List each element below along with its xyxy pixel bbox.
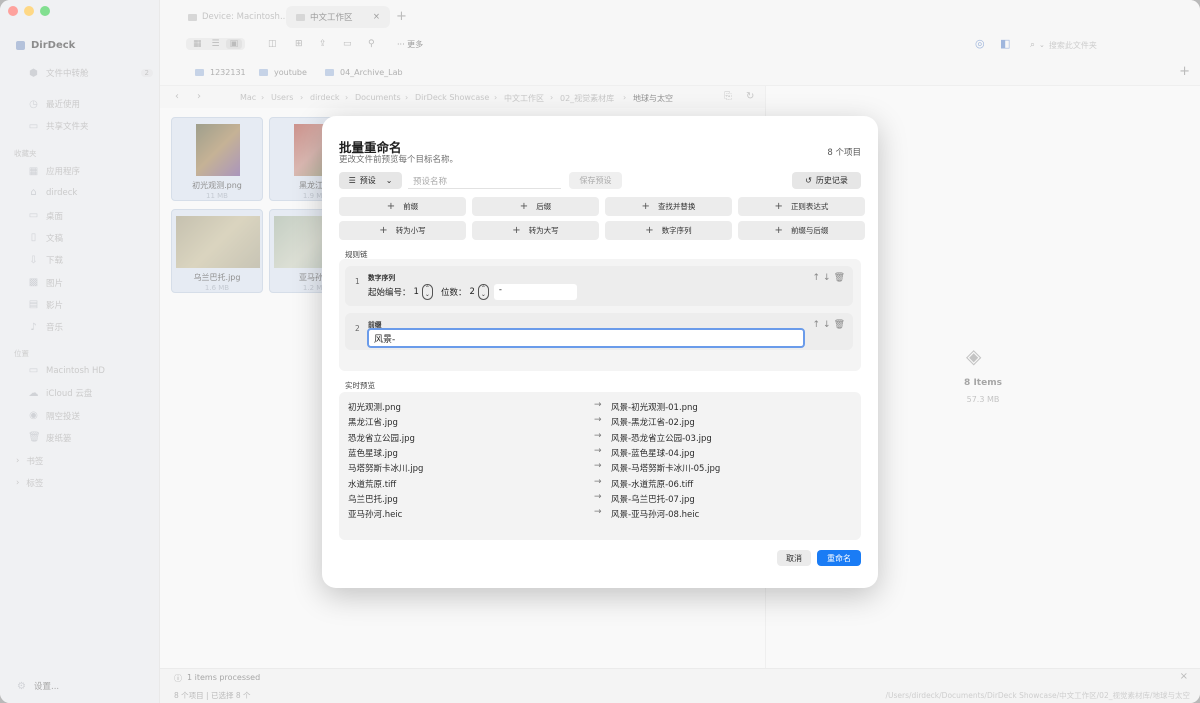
- start-number-stepper[interactable]: ⌃ ⌄: [421, 284, 433, 300]
- plus-icon: +: [641, 201, 650, 212]
- rule-number-sequence: 1 数字序列 起始编号： 1 ⌃ ⌄ 位数： 2 ⌃ ⌄ - ↑ ↓ 🗑: [345, 266, 853, 306]
- move-up-icon[interactable]: ↑: [812, 273, 820, 283]
- rule-tools: ↑ ↓ 🗑: [812, 320, 845, 330]
- rule-prefix: 2 前缀 风景- ↑ ↓ 🗑: [345, 313, 853, 350]
- separator-input[interactable]: -: [493, 284, 577, 300]
- move-down-icon[interactable]: ↓: [823, 273, 831, 283]
- preview-old-name: 初光观测.png: [348, 403, 401, 413]
- rename-button[interactable]: 重命名: [817, 550, 861, 566]
- arrow-right-icon: →: [594, 491, 602, 502]
- add-rule-button[interactable]: + 转为小写: [339, 221, 466, 240]
- arrow-right-icon: →: [594, 445, 602, 456]
- item-count: 8 个项目: [827, 148, 861, 158]
- trash-icon[interactable]: 🗑: [834, 320, 845, 330]
- add-rule-button[interactable]: + 前缀: [339, 197, 466, 216]
- plus-icon: +: [519, 201, 529, 212]
- start-number-value: 1: [413, 287, 419, 297]
- arrow-right-icon: →: [594, 415, 602, 426]
- preview-old-name: 恐龙省立公园.jpg: [348, 433, 415, 444]
- move-down-icon[interactable]: ↓: [823, 320, 831, 330]
- live-preview-list: 初光观测.png → 风景-初光观测-01.png 黑龙江省.jpg → 风景-黑龙江省-…: [339, 392, 861, 540]
- preset-dropdown[interactable]: ☰ 预设 ⌄: [339, 172, 402, 189]
- plus-icon: +: [774, 201, 783, 212]
- cancel-button[interactable]: 取消: [777, 550, 811, 566]
- chevron-down-icon: ⌄: [385, 176, 393, 185]
- preview-new-name: 风景-蓝色星球-04.jpg: [611, 448, 695, 459]
- arrow-right-icon: →: [594, 476, 602, 487]
- batch-rename-dialog: 批量重命名 更改文件前预览每个目标名称。 8 个项目 ☰ 预设 ⌄ 预设名称 保存预…: [322, 116, 878, 588]
- plus-icon: +: [645, 225, 654, 236]
- add-rule-button[interactable]: + 转为大写: [472, 221, 599, 240]
- arrow-right-icon: →: [594, 430, 602, 441]
- preview-old-name: 亚马孙河.heic: [348, 510, 403, 521]
- add-rule-button[interactable]: + 前缀与后缀: [738, 221, 865, 240]
- arrow-right-icon: →: [594, 507, 602, 518]
- history-button[interactable]: ↺ 历史记录: [792, 172, 861, 189]
- preview-old-name: 黑龙江省.jpg: [348, 418, 398, 429]
- preview-new-name: 风景-黑龙江省-02.jpg: [611, 418, 695, 429]
- add-rule-button[interactable]: + 数字序列: [605, 221, 732, 240]
- arrow-right-icon: →: [594, 400, 602, 410]
- save-preset-button[interactable]: 保存预设: [569, 172, 622, 189]
- preview-new-name: 风景-水道荒原-06.tiff: [611, 479, 694, 490]
- rule-tools: ↑ ↓ 🗑: [812, 273, 845, 283]
- preview-new-name: 风景-马塔努斯卡冰川-05.jpg: [611, 464, 721, 475]
- app-window: DirDeck ⬢ 文件中转舱 2 ◷ 最近使用 ▭ 共享文件夹 收藏夹 ▦ 应用程序 ⌂ d…: [0, 0, 1200, 703]
- preview-new-name: 风景-恐龙省立公园-03.jpg: [611, 433, 712, 444]
- prefix-input[interactable]: 风景-: [367, 328, 805, 348]
- preview-section-title: 实时预览: [345, 381, 375, 390]
- preview-old-name: 马塔努斯卡冰川.jpg: [348, 464, 424, 475]
- sequence-options: 起始编号： 1 ⌃ ⌄ 位数： 2 ⌃ ⌄ -: [368, 284, 577, 300]
- digits-value: 2: [469, 287, 475, 297]
- plus-icon: +: [379, 225, 388, 236]
- plus-icon: +: [774, 225, 783, 236]
- preview-old-name: 蓝色星球.jpg: [348, 448, 398, 459]
- move-up-icon[interactable]: ↑: [812, 320, 820, 330]
- preview-new-name: 风景-初光观测-01.png: [611, 403, 698, 413]
- dialog-subtitle: 更改文件前预览每个目标名称。: [339, 155, 459, 165]
- add-rule-button[interactable]: + 查找并替换: [605, 197, 732, 216]
- sliders-icon: ☰: [348, 176, 356, 185]
- plus-icon: +: [512, 225, 521, 236]
- trash-icon[interactable]: 🗑: [834, 273, 845, 283]
- history-icon: ↺: [805, 176, 812, 185]
- preview-old-name: 水道荒原.tiff: [348, 479, 397, 490]
- add-rule-button[interactable]: + 后缀: [472, 197, 599, 216]
- plus-icon: +: [386, 201, 396, 212]
- preview-old-name: 乌兰巴托.jpg: [348, 494, 398, 505]
- add-rule-button[interactable]: + 正则表达式: [738, 197, 865, 216]
- digits-stepper[interactable]: ⌃ ⌄: [477, 284, 489, 300]
- preview-new-name: 风景-乌兰巴托-07.jpg: [611, 494, 695, 505]
- preview-new-name: 风景-亚马孙河-08.heic: [611, 510, 700, 521]
- preset-name-input[interactable]: 预设名称: [408, 173, 561, 189]
- arrow-right-icon: →: [594, 461, 602, 472]
